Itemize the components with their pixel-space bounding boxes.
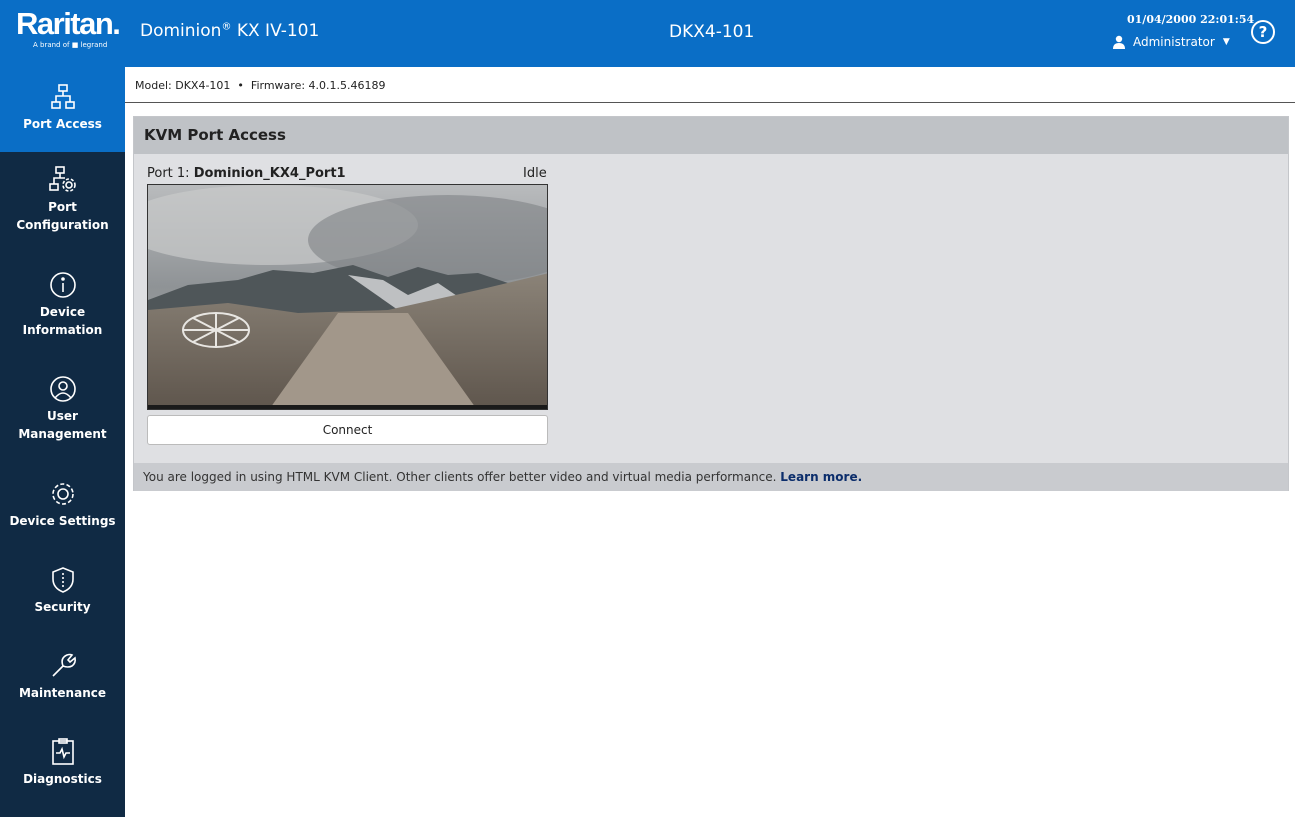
kvm-port-access-panel: KVM Port Access Port 1: Dominion_KX4_Por… — [133, 116, 1289, 491]
learn-more-link[interactable]: Learn more. — [780, 470, 862, 484]
model-label: Model: DKX4-101 — [135, 79, 231, 92]
device-hostname: DKX4-101 — [669, 22, 755, 42]
sidebar-item-maintenance[interactable]: Maintenance — [0, 652, 125, 738]
client-notice-text: You are logged in using HTML KVM Client.… — [143, 470, 781, 484]
user-icon — [49, 376, 76, 402]
sidebar-item-label: Port Access — [23, 117, 102, 131]
network-gear-icon — [48, 166, 76, 192]
sidebar-item-device-settings[interactable]: Device Settings — [0, 480, 125, 566]
wrench-icon — [51, 653, 76, 677]
device-info-bar: Model: DKX4-101 • Firmware: 4.0.1.5.4618… — [125, 67, 1295, 103]
sidebar-item-port-access[interactable]: Port Access — [0, 67, 125, 152]
port-video-thumbnail[interactable] — [147, 184, 548, 410]
port-name: Dominion_KX4_Port1 — [193, 166, 346, 181]
raritan-logo: Raritan. A brand of ■ legrand — [16, 6, 121, 50]
user-name: Administrator — [1133, 35, 1215, 49]
client-notice: You are logged in using HTML KVM Client.… — [134, 463, 1288, 491]
separator-dot: • — [237, 79, 244, 92]
connect-button[interactable]: Connect — [147, 415, 548, 445]
device-datetime: 01/04/2000 22:01:54 — [1127, 13, 1255, 26]
network-icon — [50, 84, 75, 109]
info-icon — [49, 272, 76, 298]
port-label: Port 1: Dominion_KX4_Port1 — [147, 166, 346, 181]
firmware-label: Firmware: 4.0.1.5.46189 — [250, 79, 386, 92]
clipboard-pulse-icon — [51, 738, 74, 765]
landscape-thumbnail-image — [148, 185, 547, 409]
gear-icon — [51, 483, 74, 505]
product-name: Dominion® KX IV-101 — [140, 21, 320, 41]
sidebar: Port Access Port Configuration Device In… — [0, 67, 125, 817]
logo-sub: A brand of ■ legrand — [33, 41, 108, 49]
port-status: Idle — [523, 166, 547, 181]
sidebar-item-label: Maintenance — [18, 686, 106, 700]
sidebar-item-port-configuration[interactable]: Port Configuration — [0, 166, 125, 252]
panel-title: KVM Port Access — [134, 117, 1288, 154]
chevron-down-icon: ▼ — [1222, 37, 1230, 47]
sidebar-item-label: Port Configuration — [16, 200, 109, 232]
sidebar-item-label: User Management — [18, 409, 107, 441]
sidebar-item-user-management[interactable]: User Management — [0, 375, 125, 461]
sidebar-item-label: Device Information — [22, 305, 103, 337]
sidebar-item-diagnostics[interactable]: Diagnostics — [0, 738, 125, 817]
logo-word: Raritan. — [16, 6, 121, 41]
sidebar-item-label: Security — [34, 600, 91, 614]
sidebar-item-label: Diagnostics — [23, 772, 102, 786]
shield-icon — [51, 567, 74, 593]
sidebar-item-label: Device Settings — [9, 514, 116, 528]
sidebar-item-device-information[interactable]: Device Information — [0, 271, 125, 357]
sidebar-item-security[interactable]: Security — [0, 566, 125, 652]
top-header: Raritan. A brand of ■ legrand Dominion® … — [0, 0, 1295, 67]
user-menu[interactable]: Administrator ▼ — [1112, 35, 1230, 49]
user-icon — [1113, 35, 1125, 49]
help-button[interactable]: ? — [1251, 20, 1275, 44]
